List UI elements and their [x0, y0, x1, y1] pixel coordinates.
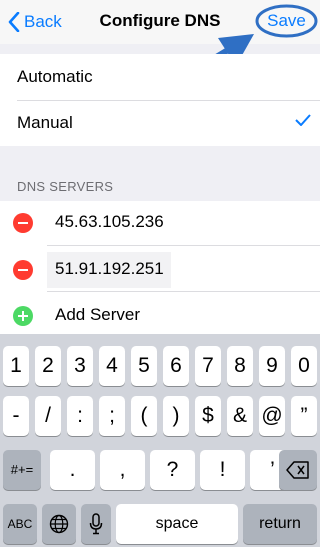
return-key[interactable]: return	[243, 504, 317, 544]
dns-server-2[interactable]: 51.91.192.251	[55, 259, 164, 279]
key[interactable]: 7	[195, 346, 221, 386]
delete-icon	[286, 461, 309, 479]
key[interactable]: ”	[291, 396, 317, 436]
key[interactable]: 9	[259, 346, 285, 386]
globe-key[interactable]	[42, 504, 76, 544]
key[interactable]: ?	[150, 450, 195, 490]
microphone-icon	[89, 513, 103, 535]
key[interactable]: 1	[3, 346, 29, 386]
checkmark-icon	[295, 114, 311, 126]
globe-icon	[49, 514, 69, 534]
key[interactable]: &	[227, 396, 253, 436]
save-button[interactable]: Save	[255, 4, 318, 38]
delete-key[interactable]	[279, 450, 317, 490]
key[interactable]: 5	[131, 346, 157, 386]
key[interactable]: 8	[227, 346, 253, 386]
abc-key[interactable]: ABC	[3, 504, 37, 544]
divider	[47, 291, 320, 292]
option-automatic-label: Automatic	[17, 67, 93, 86]
key[interactable]: 2	[35, 346, 61, 386]
key[interactable]: 3	[67, 346, 93, 386]
dns-servers-header: DNS SERVERS	[17, 179, 114, 194]
key[interactable]: 6	[163, 346, 189, 386]
add-icon[interactable]	[13, 306, 33, 326]
dns-mode-section: Automatic Manual	[0, 54, 320, 146]
key[interactable]: ,	[100, 450, 145, 490]
key[interactable]: )	[163, 396, 189, 436]
dns-server-1[interactable]: 45.63.105.236	[55, 212, 164, 232]
key[interactable]: 0	[291, 346, 317, 386]
key[interactable]: ;	[99, 396, 125, 436]
dictation-key[interactable]	[81, 504, 111, 544]
key[interactable]: @	[259, 396, 285, 436]
space-key[interactable]: space	[116, 504, 238, 544]
remove-icon[interactable]	[13, 213, 33, 233]
key[interactable]: 4	[99, 346, 125, 386]
symbols-toggle-key[interactable]: #+=	[3, 450, 41, 490]
option-manual-label: Manual	[17, 113, 73, 132]
navigation-bar: Back Configure DNS Save	[0, 0, 320, 44]
keyboard: 1 2 3 4 5 6 7 8 9 0 - / : ; ( ) $ & @ ” …	[0, 334, 320, 547]
option-manual[interactable]: Manual	[0, 100, 320, 146]
option-automatic[interactable]: Automatic	[0, 54, 320, 100]
key[interactable]: :	[67, 396, 93, 436]
save-button-wrapper: Save	[255, 4, 318, 38]
key[interactable]: $	[195, 396, 221, 436]
key[interactable]: !	[200, 450, 245, 490]
add-server-button[interactable]: Add Server	[55, 305, 140, 325]
divider	[47, 245, 320, 246]
key[interactable]: .	[50, 450, 95, 490]
key[interactable]: /	[35, 396, 61, 436]
remove-icon[interactable]	[13, 260, 33, 280]
key[interactable]: (	[131, 396, 157, 436]
key[interactable]: -	[3, 396, 29, 436]
